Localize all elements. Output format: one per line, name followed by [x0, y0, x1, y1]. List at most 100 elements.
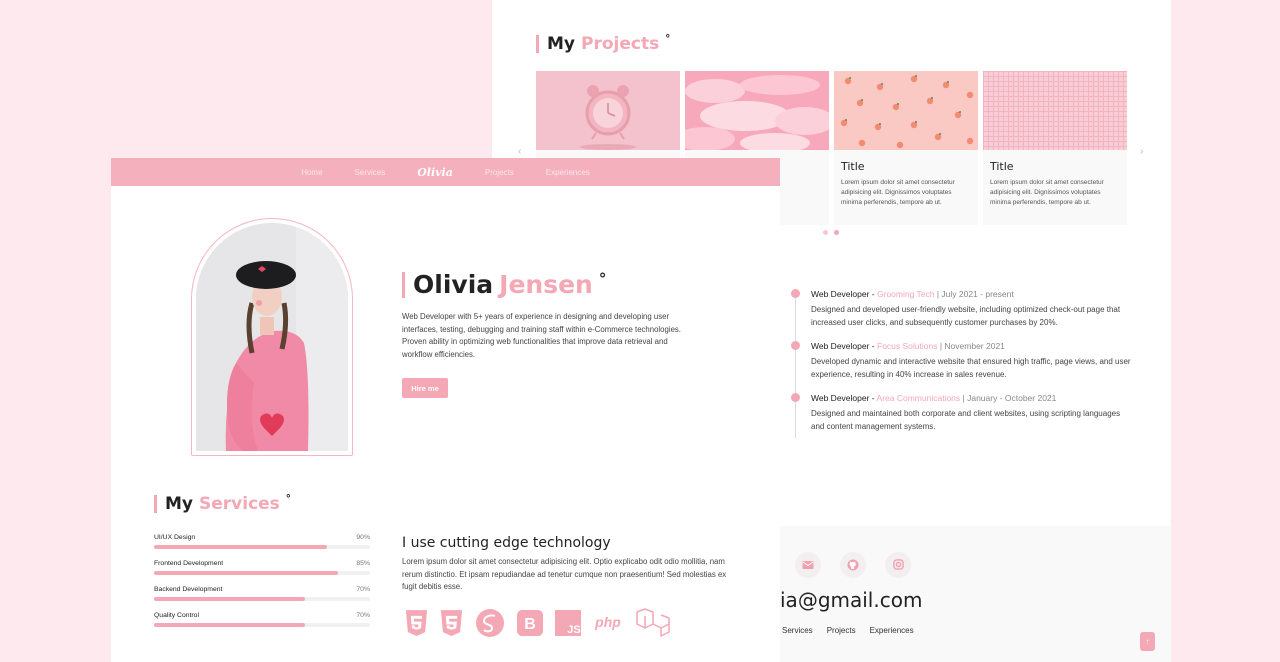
title-bar: [536, 35, 539, 53]
project-image-alarm-clock: [536, 71, 680, 150]
instagram-icon[interactable]: [885, 552, 911, 578]
skill-item: Quality Control 70%: [154, 612, 370, 638]
project-image-grid: [983, 71, 1127, 150]
skill-track: [154, 571, 370, 575]
github-icon[interactable]: [840, 552, 866, 578]
skill-name: Backend Development: [154, 586, 223, 593]
skill-percent: 70%: [356, 612, 370, 619]
project-card-text: Lorem ipsum dolor sit amet consectetur a…: [990, 179, 1104, 206]
title-accent: Projects: [581, 34, 660, 54]
nav-link-projects[interactable]: Projects: [485, 168, 514, 177]
footer-email[interactable]: ia@gmail.com: [780, 588, 922, 612]
php-letters: php: [594, 614, 621, 630]
job-date: | January - October 2021: [960, 393, 1057, 403]
job-description: Designed and maintained both corporate a…: [811, 409, 1121, 431]
job-description: Designed and developed user-friendly web…: [811, 305, 1121, 327]
skill-name: Quality Control: [154, 612, 199, 619]
separator: -: [869, 341, 877, 351]
hire-me-button[interactable]: Hire me: [402, 378, 448, 398]
sass-icon: [475, 608, 505, 638]
timeline-line: [795, 292, 796, 438]
projects-title: My Projects °: [536, 34, 670, 54]
title-bar: [154, 495, 157, 513]
timeline-dot: [791, 341, 800, 350]
footer-nav: Services Projects Experiences: [782, 626, 914, 635]
timeline-heading: Web Developer - Grooming Tech | July 202…: [811, 289, 1014, 299]
separator: -: [869, 393, 877, 403]
project-card-title: Title: [990, 160, 1014, 173]
footer-link-projects[interactable]: Projects: [827, 626, 856, 635]
bootstrap-letter: B: [524, 616, 536, 633]
skill-name: UI/UX Design: [154, 534, 196, 541]
nav-link-experiences[interactable]: Experiences: [546, 168, 590, 177]
project-card[interactable]: Title Lorem ipsum dolor sit amet consect…: [983, 71, 1127, 225]
separator: -: [869, 289, 877, 299]
bootstrap-icon: B: [517, 608, 543, 638]
skill-item: UI/UX Design 90%: [154, 534, 370, 560]
timeline-heading: Web Developer - Focus Solutions | Novemb…: [811, 341, 1005, 351]
title-bar: [402, 271, 405, 298]
hero-last-name: Jensen: [499, 270, 593, 299]
services-title: My Services °: [154, 494, 291, 514]
skill-fill: [154, 545, 327, 549]
project-card-title: Title: [841, 160, 865, 173]
company-name: Area Communications: [876, 393, 961, 403]
carousel-dots: [823, 230, 839, 235]
html5-icon: [405, 608, 428, 638]
title-accent: Services: [199, 494, 280, 514]
tech-description: Lorem ipsum dolor sit amet consectetur a…: [402, 557, 727, 592]
skill-track: [154, 597, 370, 601]
job-date: | July 2021 - present: [934, 289, 1014, 299]
company-name: Focus Solutions: [877, 341, 938, 351]
job-role: Web Developer: [811, 289, 870, 299]
carousel-dot-active[interactable]: [834, 230, 839, 235]
carousel-prev-icon[interactable]: ‹: [518, 146, 521, 157]
title-degree: °: [285, 494, 291, 505]
skill-track: [154, 623, 370, 627]
footer-social-icons: [795, 552, 911, 578]
timeline-dot: [791, 393, 800, 402]
skill-fill: [154, 571, 338, 575]
footer-link-experiences[interactable]: Experiences: [870, 626, 914, 635]
javascript-icon: JS: [555, 608, 581, 638]
carousel-next-icon[interactable]: ›: [1140, 146, 1143, 157]
js-letters: JS: [567, 624, 580, 636]
scroll-to-top-button[interactable]: ↑: [1140, 632, 1155, 651]
footer-link-services[interactable]: Services: [782, 626, 813, 635]
skill-list: UI/UX Design 90% Frontend Development 85…: [154, 534, 370, 638]
skill-fill: [154, 623, 306, 627]
skill-item: Backend Development 70%: [154, 586, 370, 612]
job-role: Web Developer: [811, 393, 870, 403]
carousel-dot[interactable]: [823, 230, 828, 235]
title-my: My: [547, 34, 575, 54]
skill-percent: 90%: [356, 534, 370, 541]
company-name: Grooming Tech: [877, 289, 935, 299]
job-role: Web Developer: [811, 341, 870, 351]
title-my: My: [165, 494, 193, 514]
laravel-icon: [635, 608, 677, 638]
project-card[interactable]: Title Lorem ipsum dolor sit amet consect…: [834, 71, 978, 225]
skill-fill: [154, 597, 306, 601]
skill-item: Frontend Development 85%: [154, 560, 370, 586]
job-description: Developed dynamic and interactive websit…: [811, 357, 1131, 379]
hero-first-name: Olivia: [413, 270, 494, 299]
job-date: | November 2021: [937, 341, 1005, 351]
php-icon: php: [593, 608, 623, 638]
mail-icon[interactable]: [795, 552, 821, 578]
title-degree: °: [598, 270, 607, 288]
tech-heading: I use cutting edge technology: [402, 535, 611, 551]
hero-description: Web Developer with 5+ years of experienc…: [402, 312, 681, 359]
navbar: Home Services Olivia Projects Experience…: [111, 158, 780, 186]
skill-track: [154, 545, 370, 549]
project-image-clouds: [675, 71, 835, 153]
timeline-dot: [791, 289, 800, 298]
nav-logo[interactable]: Olivia: [417, 166, 453, 179]
project-image-peaches: [834, 71, 978, 150]
nav-link-services[interactable]: Services: [355, 168, 386, 177]
hero-name: Olivia Jensen °: [402, 270, 606, 299]
nav-link-home[interactable]: Home: [301, 168, 322, 177]
profile-photo: [196, 223, 348, 451]
tech-icons: B JS php: [405, 608, 677, 638]
project-card-text: Lorem ipsum dolor sit amet consectetur a…: [841, 179, 955, 206]
title-degree: °: [665, 34, 671, 45]
